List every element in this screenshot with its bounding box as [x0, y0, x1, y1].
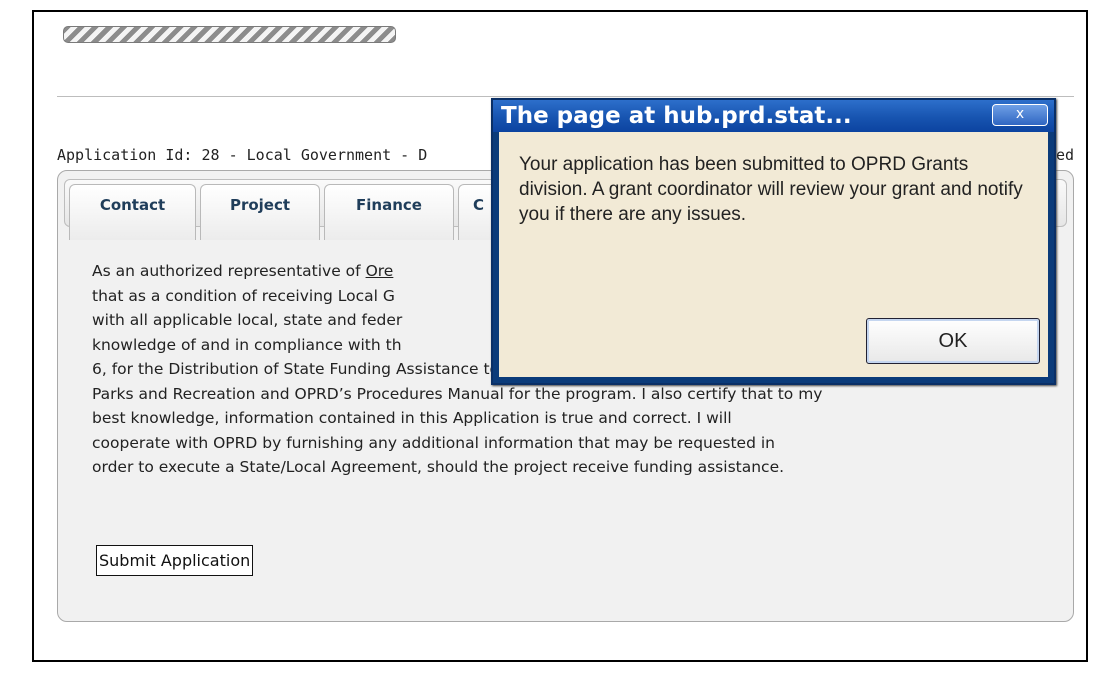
application-status-text: ed [1055, 146, 1074, 164]
tab-finance[interactable]: Finance [324, 184, 454, 240]
alert-dialog: The page at hub.prd.stat... x Your appli… [491, 98, 1056, 385]
ok-button[interactable]: OK [866, 318, 1040, 364]
tab-label: Finance [356, 196, 422, 214]
tab-label: Contact [99, 196, 166, 214]
dialog-message: Your application has been submitted to O… [519, 154, 1023, 225]
tab-contact[interactable]: Contact [69, 184, 196, 240]
close-icon: x [1015, 106, 1025, 122]
divider [57, 96, 1074, 97]
tab-label: Project [229, 196, 291, 214]
tab-label: C [473, 196, 485, 214]
loading-progress-bar [63, 26, 396, 43]
dialog-titlebar[interactable]: The page at hub.prd.stat... x [493, 100, 1054, 132]
dialog-title: The page at hub.prd.stat... [501, 103, 852, 129]
organization-name: Ore [365, 262, 394, 280]
dialog-content: Your application has been submitted to O… [499, 132, 1048, 377]
close-button[interactable]: x [992, 104, 1048, 126]
submit-application-button[interactable]: Submit Application [96, 545, 254, 576]
application-info-text: Application Id: 28 - Local Government - … [57, 146, 428, 164]
tab-project[interactable]: Project [200, 184, 320, 240]
